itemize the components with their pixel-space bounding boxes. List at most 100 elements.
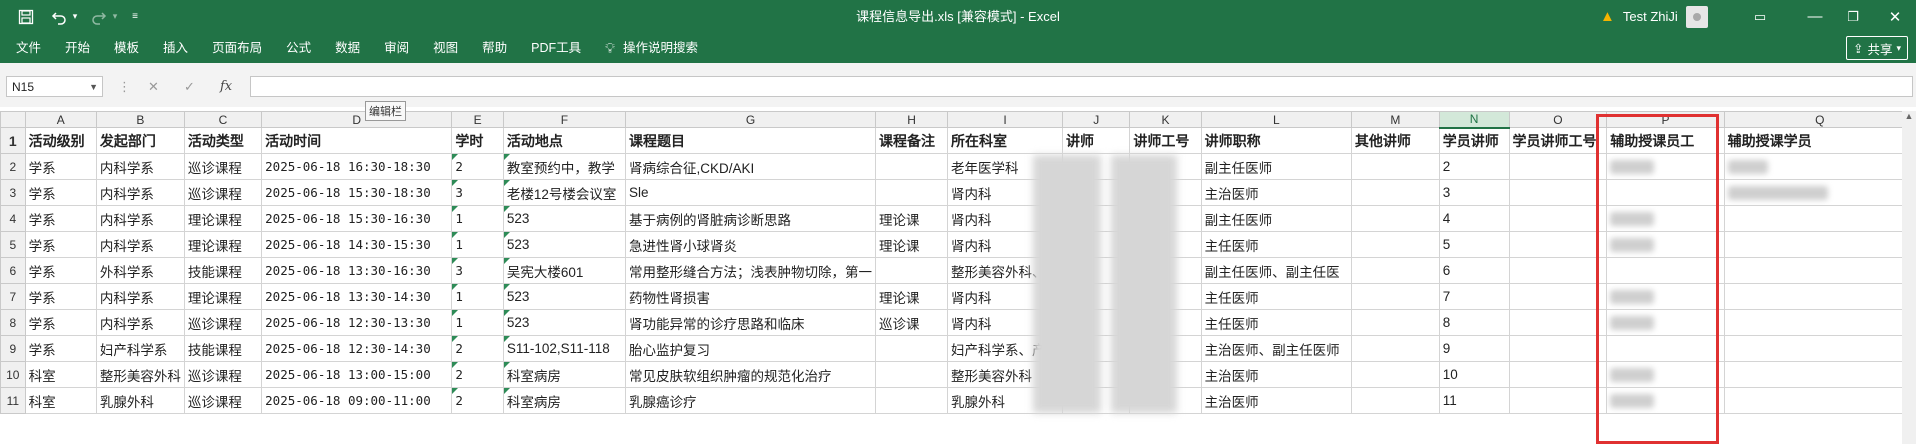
cell-q[interactable] (1723, 205, 1916, 232)
cell-o[interactable] (1508, 335, 1608, 362)
cell-c[interactable]: 技能课程 (183, 335, 263, 362)
cell-p[interactable] (1606, 179, 1725, 206)
tab-formulas[interactable]: 公式 (274, 33, 323, 63)
share-button[interactable]: ⇪ 共享 ▾ (1845, 36, 1908, 60)
cell-e[interactable]: 2 (451, 361, 504, 388)
cell-n[interactable]: 4 (1438, 205, 1510, 232)
cell-q[interactable] (1723, 309, 1916, 336)
cell-e[interactable]: 1 (451, 205, 504, 232)
cell-b[interactable]: 乳腺外科 (95, 387, 185, 414)
cell-q[interactable] (1723, 153, 1916, 180)
cell-e[interactable]: 3 (451, 179, 504, 206)
cell-h[interactable] (875, 361, 949, 388)
cell-d[interactable]: 2025-06-18 14:30-15:30 (261, 231, 453, 258)
cell-e[interactable]: 2 (451, 153, 504, 180)
cell-a[interactable]: 学系 (24, 153, 97, 180)
cell-n[interactable]: 2 (1438, 153, 1510, 180)
cell-o[interactable] (1508, 257, 1608, 284)
cell-a[interactable]: 科室 (24, 361, 97, 388)
cell-l[interactable]: 主任医师 (1200, 283, 1352, 310)
cell-a[interactable]: 学系 (24, 283, 97, 310)
cell-l[interactable]: 副主任医师 (1200, 153, 1352, 180)
cell-g[interactable]: 药物性肾损害 (625, 283, 877, 310)
tab-view[interactable]: 视图 (421, 33, 470, 63)
cell-m[interactable] (1350, 361, 1440, 388)
scroll-up-icon[interactable]: ▲ (1902, 111, 1916, 121)
cell-c[interactable]: 理论课程 (183, 205, 263, 232)
cell-n[interactable]: 3 (1438, 179, 1510, 206)
cell-m[interactable] (1350, 257, 1440, 284)
header-cell[interactable]: 其他讲师 (1350, 127, 1440, 154)
cell-n[interactable]: 11 (1438, 387, 1510, 414)
column-header[interactable]: Q (1723, 111, 1916, 128)
header-cell[interactable]: 辅助授课员工 (1606, 127, 1725, 154)
cell-d[interactable]: 2025-06-18 15:30-16:30 (261, 205, 453, 232)
cell-f[interactable]: 523 (502, 205, 627, 232)
cell-d[interactable]: 2025-06-18 12:30-13:30 (261, 309, 453, 336)
cell-l[interactable]: 主治医师 (1200, 361, 1352, 388)
cell-p[interactable] (1606, 205, 1725, 232)
vertical-scrollbar[interactable]: ▲ (1902, 111, 1916, 444)
cell-p[interactable] (1606, 361, 1725, 388)
cell-p[interactable] (1606, 335, 1725, 362)
tab-review[interactable]: 审阅 (372, 33, 421, 63)
cell-n[interactable]: 9 (1438, 335, 1510, 362)
cell-d[interactable]: 2025-06-18 15:30-18:30 (261, 179, 453, 206)
cell-n[interactable]: 6 (1438, 257, 1510, 284)
cell-n[interactable]: 10 (1438, 361, 1510, 388)
cell-o[interactable] (1508, 153, 1608, 180)
cell-g[interactable]: 急进性肾小球肾炎 (625, 231, 877, 258)
cell-p[interactable] (1606, 231, 1725, 258)
cell-h[interactable]: 巡诊课 (875, 309, 949, 336)
tab-file[interactable]: 文件 (0, 33, 53, 63)
cell-m[interactable] (1350, 387, 1440, 414)
name-box[interactable]: N15 ▼ (6, 76, 103, 97)
column-header[interactable]: A (24, 111, 97, 128)
column-header[interactable]: G (625, 111, 877, 128)
select-all-corner[interactable] (0, 111, 26, 128)
cell-f[interactable]: 科室病房 (502, 387, 627, 414)
cell-n[interactable]: 5 (1438, 231, 1510, 258)
cell-h[interactable] (875, 153, 949, 180)
cell-f[interactable]: 523 (502, 231, 627, 258)
cell-c[interactable]: 技能课程 (183, 257, 263, 284)
cell-m[interactable] (1350, 335, 1440, 362)
tab-insert[interactable]: 插入 (151, 33, 200, 63)
cell-a[interactable]: 学系 (24, 309, 97, 336)
cell-f[interactable]: 教室预约中，教学 (502, 153, 627, 180)
cell-b[interactable]: 整形美容外科 (95, 361, 185, 388)
header-cell[interactable]: 活动时间 (261, 127, 453, 154)
tab-template[interactable]: 模板 (102, 33, 151, 63)
header-cell[interactable]: 活动级别 (24, 127, 97, 154)
row-header[interactable]: 2 (0, 153, 26, 180)
worksheet-grid[interactable]: ABCDEFGHIJKLMNOPQ 1 活动级别 发起部门 活动类型 活动时间 学时 活动… (0, 111, 1916, 444)
cell-d[interactable]: 2025-06-18 13:30-14:30 (261, 283, 453, 310)
redo-dropdown-icon[interactable]: ▾ (110, 0, 120, 33)
cell-d[interactable]: 2025-06-18 13:00-15:00 (261, 361, 453, 388)
column-header[interactable]: F (502, 111, 627, 128)
enter-icon[interactable]: ✓ (184, 76, 195, 97)
cell-p[interactable] (1606, 257, 1725, 284)
header-cell[interactable]: 辅助授课学员 (1723, 127, 1916, 154)
cell-c[interactable]: 巡诊课程 (183, 179, 263, 206)
row-header[interactable]: 11 (0, 387, 26, 414)
cell-g[interactable]: 乳腺癌诊疗 (625, 387, 877, 414)
formula-input[interactable] (250, 76, 1913, 97)
minimize-icon[interactable]: — (1800, 0, 1830, 33)
cell-b[interactable]: 内科学系 (95, 283, 185, 310)
header-cell[interactable]: 发起部门 (95, 127, 185, 154)
tab-home[interactable]: 开始 (53, 33, 102, 63)
cell-f[interactable]: 老楼12号楼会议室 (502, 179, 627, 206)
cell-a[interactable]: 学系 (24, 257, 97, 284)
cell-f[interactable]: 吴宪大楼601 (502, 257, 627, 284)
redo-icon[interactable] (88, 0, 110, 33)
cell-h[interactable] (875, 335, 949, 362)
cell-o[interactable] (1508, 283, 1608, 310)
column-header[interactable]: E (451, 111, 504, 128)
cell-h[interactable] (875, 257, 949, 284)
column-header[interactable]: L (1200, 111, 1352, 128)
cancel-icon[interactable]: ✕ (148, 76, 159, 97)
cell-o[interactable] (1508, 179, 1608, 206)
cell-l[interactable]: 副主任医师、副主任医 (1200, 257, 1352, 284)
user-area[interactable]: ▲ Test ZhiJi (1600, 0, 1708, 33)
